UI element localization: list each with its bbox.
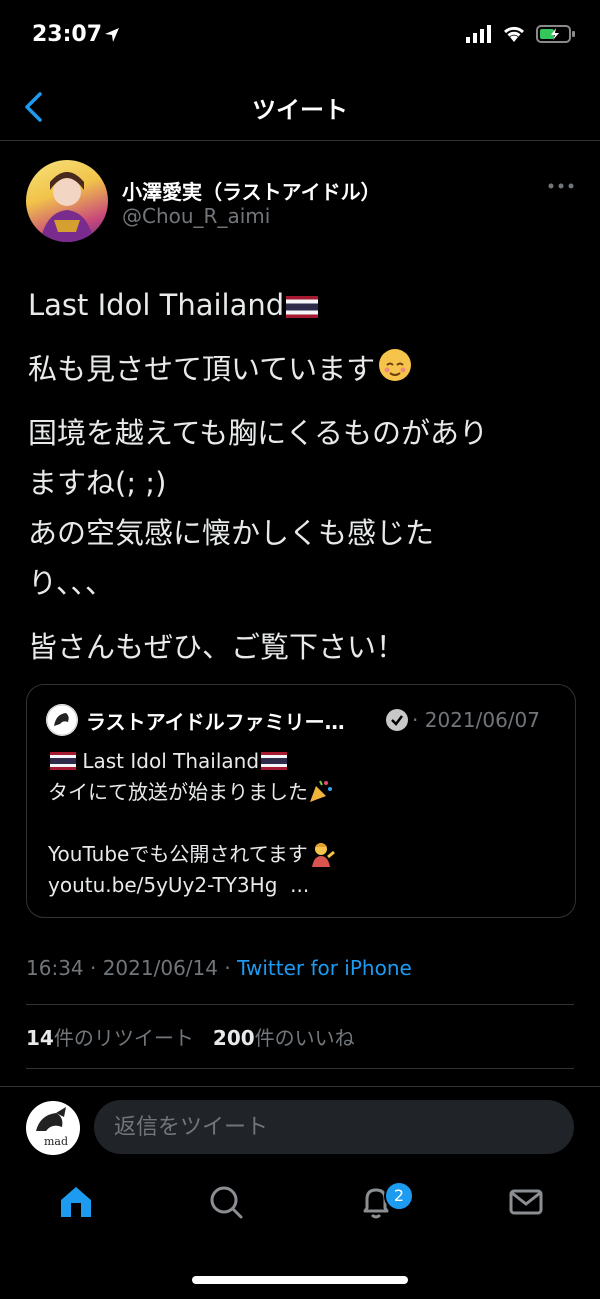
- more-icon: [548, 183, 574, 189]
- verified-icon: [385, 708, 409, 732]
- tab-messages[interactable]: [506, 1182, 546, 1222]
- tweet-paragraph-2: 私も見させて頂いています: [28, 352, 376, 386]
- more-button[interactable]: [546, 176, 576, 196]
- person-tipping-hand-icon: [308, 842, 336, 867]
- thai-flag-icon: [261, 752, 288, 770]
- tab-home[interactable]: [56, 1182, 96, 1222]
- quoted-date: · 2021/06/07: [412, 708, 540, 732]
- reply-divider: [0, 1086, 600, 1087]
- thai-flag-icon: [286, 296, 319, 318]
- signal-icon: [466, 25, 491, 43]
- meta-divider: [26, 1004, 574, 1005]
- home-indicator: [192, 1276, 408, 1284]
- status-time: 23:07: [32, 22, 103, 47]
- mail-icon: [509, 1189, 543, 1215]
- search-icon: [210, 1186, 243, 1219]
- location-arrow-icon: [104, 27, 120, 47]
- party-popper-icon: [308, 780, 334, 804]
- likes-stat[interactable]: 200件のいいね: [213, 1026, 355, 1050]
- stats-divider: [26, 1068, 574, 1069]
- tweet-timestamp: 16:34 · 2021/06/14 ·: [26, 956, 238, 980]
- tweet-line-1: Last Idol Thailand: [28, 288, 285, 322]
- retweets-stat[interactable]: 14件のリツイート: [26, 1026, 194, 1050]
- quoted-link[interactable]: youtu.be/5yUy2-TY3Hg ...: [48, 870, 558, 901]
- wifi-icon: [503, 26, 525, 42]
- reply-avatar[interactable]: mad: [26, 1101, 80, 1155]
- quoted-line-3: YouTubeでも公開されてます: [48, 842, 308, 866]
- reply-input[interactable]: [94, 1100, 574, 1154]
- tweet-meta: 16:34 · 2021/06/14 · Twitter for iPhone: [26, 956, 412, 980]
- retweet-label: 件のリツイート: [53, 1026, 194, 1050]
- header-divider: [0, 140, 600, 141]
- retweet-count: 14: [26, 1026, 54, 1050]
- tweet-source-link[interactable]: Twitter for iPhone: [237, 956, 412, 980]
- author-avatar[interactable]: [26, 160, 108, 242]
- quoted-line-1: Last Idol Thailand: [82, 749, 260, 773]
- reply-avatar-text: mad: [44, 1135, 68, 1148]
- like-label: 件のいいね: [254, 1026, 355, 1050]
- notifications-badge: 2: [384, 1181, 414, 1211]
- tweet-stats: 14件のリツイート 200件のいいね: [26, 1022, 355, 1051]
- thai-flag-icon: [50, 752, 76, 770]
- battery-icon: [536, 25, 575, 43]
- tab-search[interactable]: [206, 1182, 246, 1222]
- tweet-text: Last Idol Thailand 私も見させて頂いています 国境を越えても胸…: [28, 280, 583, 686]
- tweet-paragraph-3: 国境を越えても胸にくるものがあり ますね(; ;) あの空気感に懐かしくも感じた…: [28, 416, 488, 600]
- like-count: 200: [212, 1026, 255, 1050]
- quoted-author-avatar: [46, 704, 78, 736]
- status-icons: [466, 24, 576, 44]
- page-title: ツイート: [252, 96, 348, 124]
- relieved-face-icon: [379, 349, 412, 381]
- quoted-tweet-text: Last Idol Thailand タイにて放送が始まりました YouTube…: [48, 746, 558, 901]
- quoted-author-name: ラストアイドルファミリー…: [86, 710, 345, 734]
- home-icon: [61, 1187, 91, 1217]
- author-handle[interactable]: @Chou_R_aimi: [122, 204, 270, 228]
- author-name[interactable]: 小澤愛実（ラストアイドル）: [122, 176, 381, 205]
- quoted-line-2: タイにて放送が始まりました: [48, 780, 308, 804]
- tweet-paragraph-4: 皆さんもぜひ、ご覧下さい！: [28, 630, 406, 664]
